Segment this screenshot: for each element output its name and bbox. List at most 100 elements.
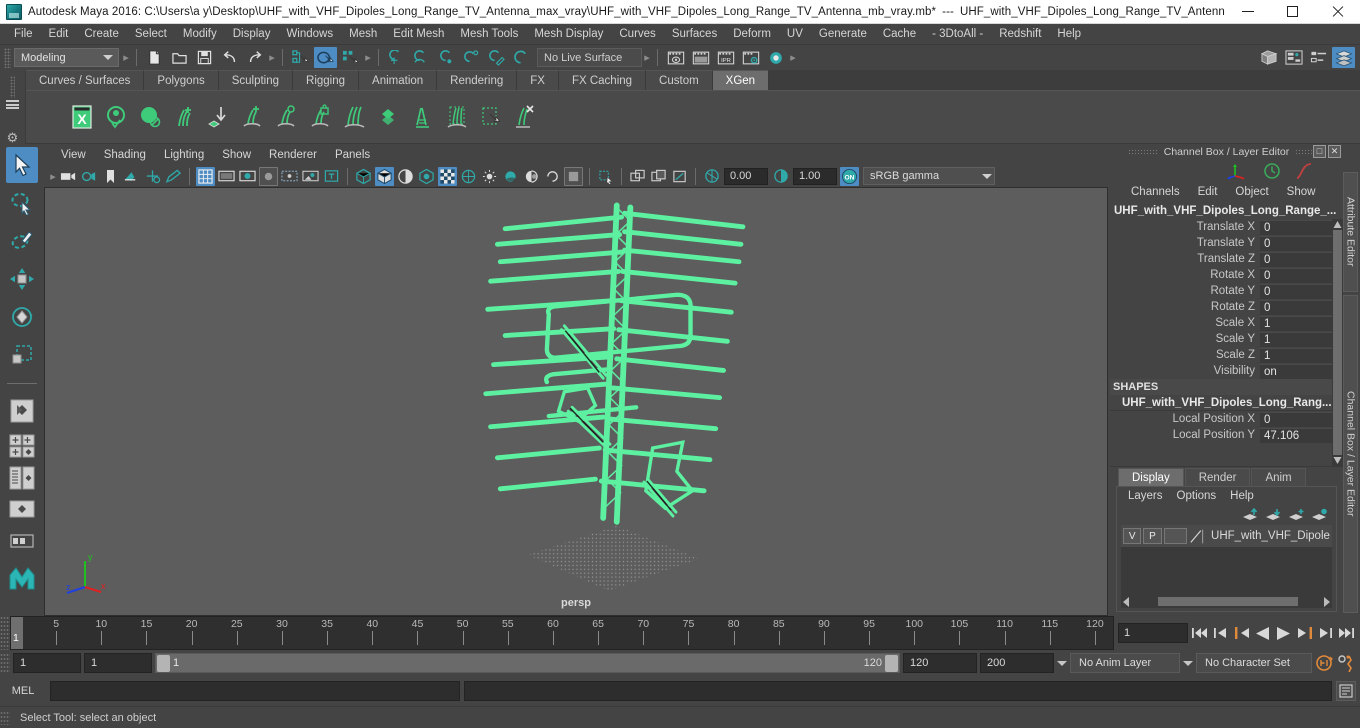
statusline-grip[interactable] <box>4 47 11 68</box>
camera-attributes-icon[interactable] <box>80 167 99 186</box>
animation-end-time-field[interactable]: 200 <box>980 653 1054 673</box>
layer-visibility-toggle[interactable]: V <box>1123 528 1142 544</box>
play-backwards-icon[interactable] <box>1253 622 1272 644</box>
smooth-shade-all-icon[interactable] <box>375 166 394 186</box>
xgen-groom-density-icon[interactable] <box>270 100 303 134</box>
clock-icon[interactable] <box>1263 162 1281 180</box>
menu-display[interactable]: Display <box>225 26 279 42</box>
film-gate-icon[interactable] <box>217 167 236 186</box>
outliner-persp-layout-icon[interactable] <box>6 463 38 493</box>
paint-select-tool[interactable] <box>6 223 38 259</box>
new-layer-from-selected-icon[interactable] <box>1311 508 1328 522</box>
channel-value[interactable]: 1 <box>1260 315 1332 331</box>
viewport-menu-lighting[interactable]: Lighting <box>155 147 213 163</box>
two-d-pan-zoom-icon[interactable] <box>143 167 162 186</box>
four-view-layout-icon[interactable] <box>6 431 38 461</box>
gate-mask-icon[interactable] <box>259 166 278 186</box>
show-hide-tool-settings-icon[interactable] <box>1307 47 1330 68</box>
undo-icon[interactable] <box>218 47 241 68</box>
lights-toggle-icon[interactable] <box>480 167 499 186</box>
channel-box-menu-object[interactable]: Object <box>1226 185 1277 199</box>
menu-edit[interactable]: Edit <box>41 26 77 42</box>
help-line-grip[interactable] <box>0 710 10 725</box>
range-handle-right[interactable] <box>885 654 898 672</box>
channel-value[interactable]: 1 <box>1260 347 1332 363</box>
transform-axis-icon[interactable] <box>1227 162 1249 180</box>
xgen-guide-tool-icon[interactable] <box>406 100 439 134</box>
minimize-button[interactable] <box>1225 0 1270 24</box>
menu-redshift[interactable]: Redshift <box>991 26 1049 42</box>
panel-grip-left[interactable] <box>1127 149 1158 155</box>
section-collapse-render[interactable]: ▸ <box>788 48 798 67</box>
go-to-end-icon[interactable] <box>1337 622 1356 644</box>
channel-value[interactable]: 0 <box>1260 267 1332 283</box>
channel-box-scrollbar[interactable] <box>1332 219 1343 466</box>
menu-mesh-display[interactable]: Mesh Display <box>526 26 611 42</box>
shelf-tab-curves-surfaces[interactable]: Curves / Surfaces <box>26 70 145 90</box>
render-sequence-icon[interactable] <box>689 47 712 68</box>
redo-icon[interactable] <box>243 47 266 68</box>
viewport-menu-view[interactable]: View <box>52 147 95 163</box>
channel-value[interactable]: 47.106 <box>1260 427 1332 443</box>
play-forwards-icon[interactable] <box>1274 622 1293 644</box>
channel-row-local-position-x[interactable]: Local Position X 0 <box>1110 411 1332 427</box>
xgen-groom-comb-icon[interactable] <box>338 100 371 134</box>
curve-icon[interactable] <box>1295 162 1313 180</box>
layer-color-swatch[interactable] <box>1189 528 1204 545</box>
multisample-icon[interactable] <box>564 166 583 186</box>
wireframe-on-shaded-icon[interactable] <box>438 166 457 186</box>
component-select-icon[interactable] <box>339 47 362 68</box>
xgen-patch-icon[interactable] <box>372 100 405 134</box>
channel-row-local-position-y[interactable]: Local Position Y 47.106 <box>1110 427 1332 443</box>
grid-toggle-icon[interactable] <box>196 166 215 186</box>
film-origin-icon[interactable] <box>280 167 299 186</box>
ipr-render-icon[interactable]: IPR <box>714 47 737 68</box>
close-panel-icon[interactable]: ✕ <box>1328 145 1341 158</box>
xgen-import-collection-icon[interactable] <box>202 100 235 134</box>
color-management-selector[interactable]: sRGB gamma <box>863 167 995 185</box>
layer-list-scrollbar[interactable] <box>1121 595 1332 608</box>
shelf-tab-xgen[interactable]: XGen <box>712 70 770 90</box>
channel-row-translate-z[interactable]: Translate Z 0 <box>1110 251 1332 267</box>
character-set-chevron-icon[interactable] <box>1183 660 1193 666</box>
vertical-tab-attribute-editor[interactable]: Attribute Editor <box>1343 172 1358 292</box>
shelf-grip[interactable] <box>10 76 15 98</box>
make-live-icon[interactable] <box>510 47 533 68</box>
shelf-tab-sculpting[interactable]: Sculpting <box>218 70 294 90</box>
maximize-button[interactable] <box>1270 0 1315 24</box>
channel-box-shape-name[interactable]: UHF_with_VHF_Dipoles_Long_Rang... <box>1110 395 1332 411</box>
command-input[interactable] <box>50 681 460 701</box>
menu-mesh-tools[interactable]: Mesh Tools <box>452 26 526 42</box>
range-slider-grip[interactable] <box>0 653 10 673</box>
channel-value[interactable]: 0 <box>1260 251 1332 267</box>
channel-row-visibility[interactable]: Visibility on <box>1110 363 1332 379</box>
channel-row-scale-x[interactable]: Scale X 1 <box>1110 315 1332 331</box>
channel-row-rotate-y[interactable]: Rotate Y 0 <box>1110 283 1332 299</box>
rotate-tool[interactable] <box>6 299 38 335</box>
scroll-left-icon[interactable] <box>1123 596 1129 607</box>
time-cursor[interactable]: 1 <box>11 617 23 649</box>
section-collapse-snap[interactable]: ▸ <box>642 48 652 67</box>
channel-value[interactable]: 0 <box>1260 235 1332 251</box>
channel-row-scale-y[interactable]: Scale Y 1 <box>1110 331 1332 347</box>
xgen-delete-guides-icon[interactable] <box>508 100 541 134</box>
step-forward-keyframe-icon[interactable] <box>1316 622 1335 644</box>
section-collapse-select[interactable]: ▸ <box>363 48 373 67</box>
xray-joints-icon[interactable] <box>628 167 647 186</box>
channel-row-translate-y[interactable]: Translate Y 0 <box>1110 235 1332 251</box>
go-to-start-icon[interactable] <box>1190 622 1209 644</box>
channel-row-translate-x[interactable]: Translate X 0 <box>1110 219 1332 235</box>
snap-to-view-plane-icon[interactable] <box>485 47 508 68</box>
menu-create[interactable]: Create <box>76 26 127 42</box>
xgen-editor-icon[interactable]: X <box>66 100 99 134</box>
animation-start-time-field[interactable]: 1 <box>13 653 81 673</box>
new-layer-icon[interactable] <box>1288 508 1305 522</box>
channel-box-menu-edit[interactable]: Edit <box>1189 185 1227 199</box>
smooth-shade-selected-icon[interactable] <box>396 167 415 186</box>
time-slider-grip[interactable] <box>0 616 10 650</box>
section-collapse-file[interactable]: ▸ <box>267 48 277 67</box>
menu-mesh[interactable]: Mesh <box>341 26 385 42</box>
scrollbar-thumb[interactable] <box>1157 597 1298 606</box>
close-button[interactable] <box>1315 0 1360 24</box>
flat-shade-icon[interactable] <box>417 167 436 186</box>
